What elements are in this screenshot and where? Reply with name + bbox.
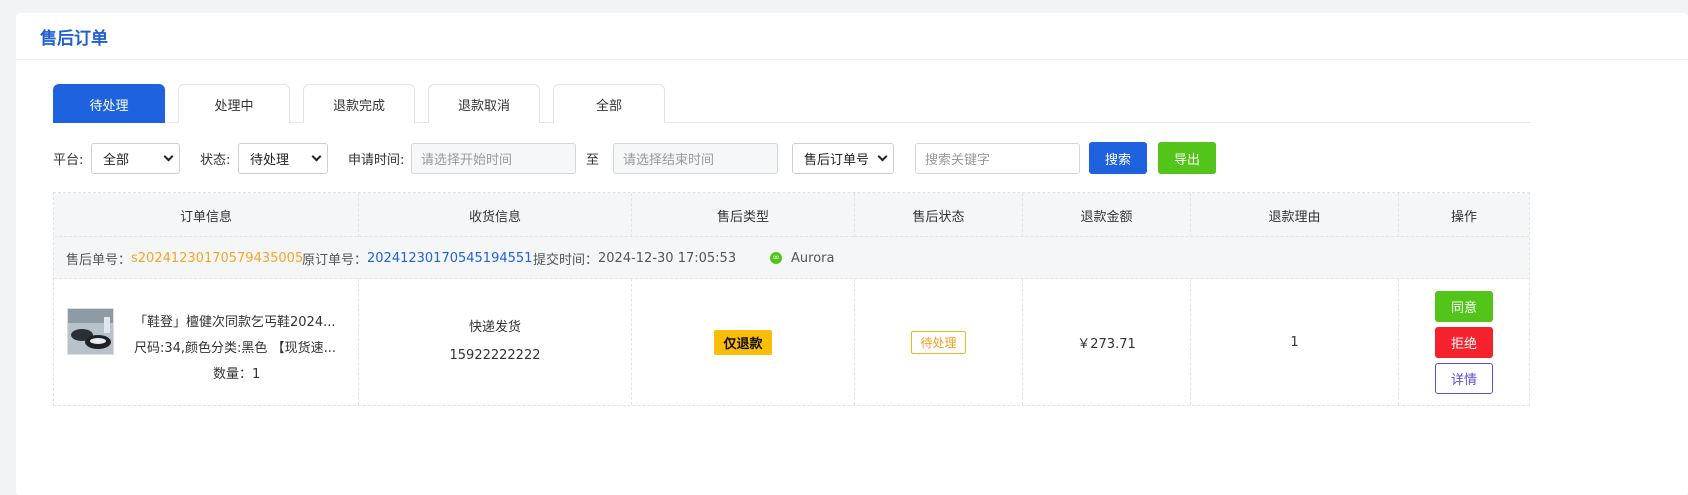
tab-refund-cancelled[interactable]: 退款取消 <box>428 84 540 123</box>
end-time-placeholder: 请选择结束时间 <box>623 152 715 168</box>
detail-button[interactable]: 详情 <box>1435 362 1493 394</box>
keyword-placeholder: 搜索关键字 <box>925 152 991 168</box>
export-button[interactable]: 导出 <box>1158 142 1216 174</box>
orders-table: 订单信息 收货信息 售后类型 售后状态 退款金额 退款理由 操作 售后单号： s… <box>53 192 1530 406</box>
apply-time-label: 申请时间: <box>348 152 405 168</box>
receiver-phone: 15922222222 <box>449 348 541 363</box>
filter-bar: 平台: 全部 状态: 待处理 申请时间: 请选择开始时间 至 请选择结束时间 售… <box>53 142 1531 174</box>
platform-select-value: 全部 <box>103 152 130 168</box>
tab-processing[interactable]: 处理中 <box>178 84 290 123</box>
to-label: 至 <box>586 152 600 168</box>
end-time-input[interactable]: 请选择结束时间 <box>613 142 778 174</box>
product-title[interactable]: 「鞋登」檀健次同款乞丐鞋2024... <box>134 310 344 336</box>
search-field-value: 售后订单号 <box>804 152 870 168</box>
product-quantity: 数量：1 <box>213 367 261 382</box>
start-time-input[interactable]: 请选择开始时间 <box>411 142 576 174</box>
order-info-cell: 「鞋登」檀健次同款乞丐鞋2024... 尺码:34,颜色分类:黑色 【现货速..… <box>54 279 359 405</box>
receive-info-cell: 快递发货 15922222222 <box>359 279 632 405</box>
chevron-down-icon <box>163 151 174 161</box>
page-title: 售后订单 <box>40 28 108 49</box>
col-receive-info: 收货信息 <box>359 193 632 237</box>
product-thumbnail[interactable] <box>67 308 114 355</box>
after-sale-no[interactable]: s20241230170579435005 <box>131 251 303 266</box>
platform-select[interactable]: 全部 <box>91 142 180 174</box>
col-refund-reason: 退款理由 <box>1191 193 1399 237</box>
actions-cell: 同意 拒绝 详情 <box>1399 279 1529 405</box>
tab-all[interactable]: 全部 <box>553 84 665 123</box>
after-sale-type-cell: 仅退款 <box>632 279 855 405</box>
status-select[interactable]: 待处理 <box>238 142 328 174</box>
submit-time-label: 提交时间： <box>533 252 599 268</box>
chevron-down-icon <box>877 151 888 161</box>
start-time-placeholder: 请选择开始时间 <box>421 152 513 168</box>
reject-button[interactable]: 拒绝 <box>1435 326 1493 358</box>
product-info: 「鞋登」檀健次同款乞丐鞋2024... 尺码:34,颜色分类:黑色 【现货速..… <box>134 310 344 388</box>
link-icon: ∞ <box>770 252 782 264</box>
refund-amount: ￥273.71 <box>1077 336 1136 352</box>
col-order-info: 订单信息 <box>54 193 359 237</box>
table-row: 「鞋登」檀健次同款乞丐鞋2024... 尺码:34,颜色分类:黑色 【现货速..… <box>54 279 1529 405</box>
submit-time: 2024-12-30 17:05:53 <box>598 250 737 266</box>
after-sale-status-cell: 待处理 <box>855 279 1023 405</box>
shop-name: Aurora <box>791 250 835 266</box>
chevron-down-icon <box>311 151 322 161</box>
platform-label: 平台: <box>53 152 84 168</box>
order-meta-row: 售后单号： s20241230170579435005 原订单号： 202412… <box>54 237 1529 279</box>
refund-reason-cell: 1 <box>1191 279 1399 405</box>
col-after-sale-status: 售后状态 <box>855 193 1023 237</box>
product-spec: 尺码:34,颜色分类:黑色 【现货速... <box>134 341 336 356</box>
search-field-select[interactable]: 售后订单号 <box>792 142 894 174</box>
after-sale-card: 售后订单 待处理 处理中 退款完成 退款取消 全部 平台: 全部 状态: 待处理 <box>16 13 1688 495</box>
after-sale-type-badge: 仅退款 <box>714 329 772 355</box>
status-label: 状态: <box>200 152 231 168</box>
col-refund-amount: 退款金额 <box>1023 193 1191 237</box>
status-badge: 待处理 <box>911 330 966 354</box>
keyword-input[interactable]: 搜索关键字 <box>915 142 1080 174</box>
refund-amount-cell: ￥273.71 <box>1023 279 1191 405</box>
original-order-no[interactable]: 20241230170545194551 <box>367 251 532 266</box>
after-sale-no-label: 售后单号： <box>66 252 132 268</box>
table-header: 订单信息 收货信息 售后类型 售后状态 退款金额 退款理由 操作 <box>54 193 1529 237</box>
col-actions: 操作 <box>1450 209 1477 225</box>
search-button[interactable]: 搜索 <box>1089 142 1147 174</box>
refund-reason: 1 <box>1290 334 1299 350</box>
tab-refund-completed[interactable]: 退款完成 <box>303 84 415 123</box>
agree-button[interactable]: 同意 <box>1435 290 1493 322</box>
shipping-method: 快递发货 <box>468 320 521 335</box>
original-no-label: 原订单号： <box>302 252 368 268</box>
status-tabs: 待处理 处理中 退款完成 退款取消 全部 <box>53 84 1531 123</box>
tab-pending[interactable]: 待处理 <box>53 84 165 123</box>
card-header: 售后订单 <box>16 13 1688 60</box>
col-after-sale-type: 售后类型 <box>632 193 855 237</box>
status-select-value: 待处理 <box>250 152 290 168</box>
